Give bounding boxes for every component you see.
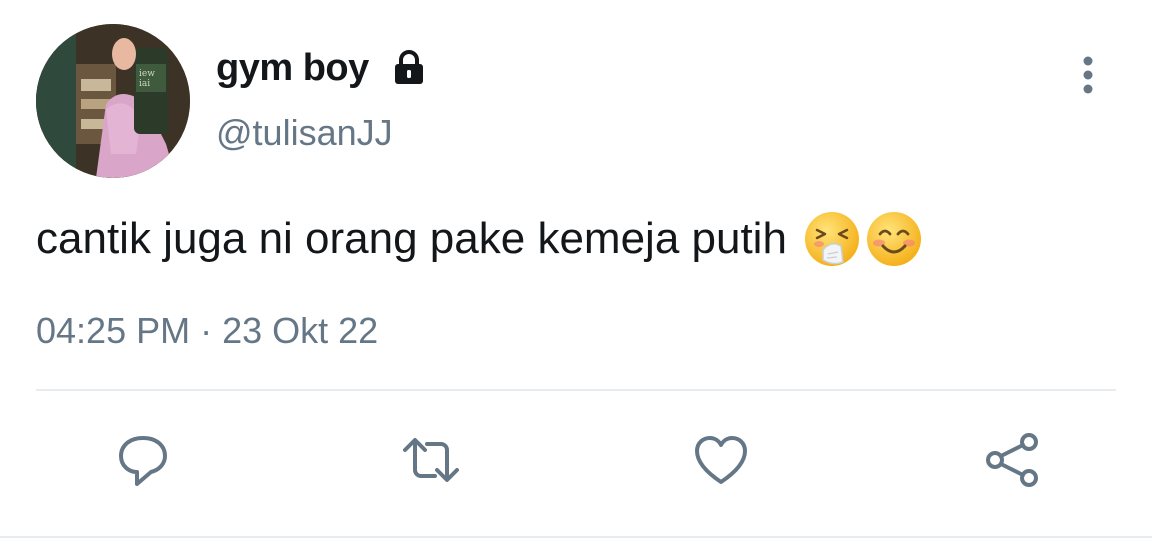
svg-text:iai: iai — [139, 79, 150, 89]
divider — [36, 389, 1116, 391]
display-name-row: gym boy — [216, 42, 429, 94]
more-options-button[interactable] — [1068, 50, 1108, 100]
retweet-button[interactable] — [396, 425, 466, 495]
retweet-icon — [403, 438, 459, 482]
bottom-border — [0, 536, 1152, 538]
more-vertical-icon — [1083, 56, 1093, 94]
avatar-image: iew iai — [36, 24, 190, 178]
user-handle[interactable]: @tulisanJJ — [216, 112, 393, 154]
share-button[interactable] — [978, 425, 1048, 495]
sneezing-face-emoji — [803, 210, 861, 268]
tweet-text-row: cantik juga ni orang pake kemeja putih — [36, 210, 923, 268]
share-icon — [986, 433, 1038, 487]
action-bar — [0, 425, 1152, 495]
reply-icon — [119, 436, 167, 486]
avatar[interactable]: iew iai — [36, 24, 190, 178]
like-button[interactable] — [686, 425, 756, 495]
tweet-card: iew iai gym boy @tulisanJJ cantik juga n… — [0, 0, 1152, 555]
emoji-group — [803, 210, 923, 268]
tweet-text: cantik juga ni orang pake kemeja putih — [36, 214, 787, 263]
display-name[interactable]: gym boy — [216, 47, 369, 90]
reply-button[interactable] — [108, 425, 178, 495]
smiling-face-emoji — [865, 210, 923, 268]
lock-icon — [389, 48, 429, 88]
heart-icon — [695, 436, 747, 484]
svg-text:iew: iew — [139, 69, 155, 79]
tweet-timestamp[interactable]: 04:25 PM · 23 Okt 22 — [36, 310, 378, 352]
